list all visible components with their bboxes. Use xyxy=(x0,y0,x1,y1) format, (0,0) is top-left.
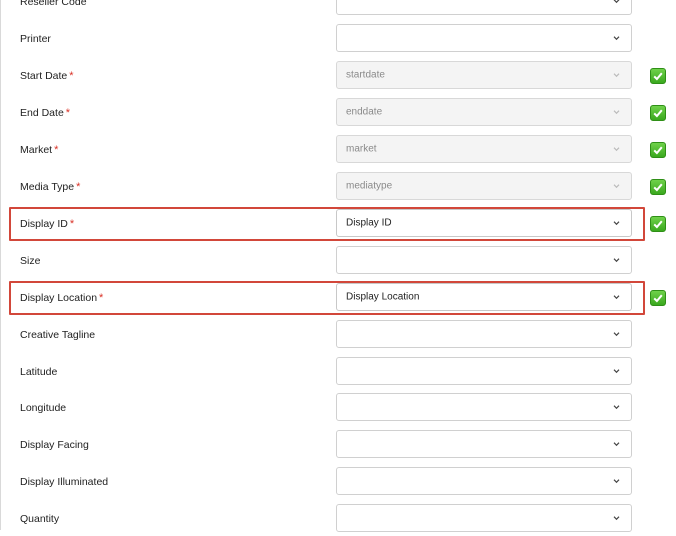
field-row-longitude: Longitude xyxy=(9,391,645,425)
field-label: Latitude xyxy=(20,366,58,378)
field-row-reseller-code: Reseller Code xyxy=(9,0,645,19)
field-label: Longitude xyxy=(20,402,67,414)
chevron-down-icon xyxy=(612,108,621,117)
field-label: Creative Tagline xyxy=(20,329,96,341)
field-row-market: Market * market xyxy=(9,133,666,167)
select-value: market xyxy=(346,143,377,155)
printer-select[interactable] xyxy=(336,24,632,52)
field-label: Printer xyxy=(20,33,51,45)
field-row-media-type: Media Type * mediatype xyxy=(9,170,666,204)
field-row-start-date: Start Date * startdate xyxy=(9,59,666,93)
creative-tagline-select[interactable] xyxy=(336,320,632,348)
select-value: Display ID xyxy=(346,217,392,229)
required-asterisk: * xyxy=(99,292,104,304)
required-asterisk: * xyxy=(54,144,59,156)
checkmark-icon xyxy=(650,290,666,306)
field-label: Media Type * xyxy=(20,181,81,193)
required-asterisk: * xyxy=(65,107,71,119)
select-value: Display Location xyxy=(346,291,420,303)
chevron-down-icon xyxy=(612,256,621,265)
field-row-quantity: Quantity xyxy=(9,502,645,536)
field-label: Display ID * xyxy=(20,218,75,230)
field-label: Display Facing xyxy=(20,439,89,451)
chevron-down-icon xyxy=(612,367,621,376)
display-id-select[interactable]: Display ID xyxy=(336,209,632,237)
chevron-down-icon xyxy=(612,514,621,523)
chevron-down-icon xyxy=(612,219,621,228)
field-row-printer: Printer xyxy=(9,22,645,56)
field-label: Display Location * xyxy=(20,292,104,304)
checkmark-icon xyxy=(650,216,666,232)
field-label: End Date * xyxy=(20,107,71,119)
quantity-select[interactable] xyxy=(336,504,632,532)
field-row-latitude: Latitude xyxy=(9,355,645,389)
size-select[interactable] xyxy=(336,246,632,274)
field-row-end-date: End Date * enddate xyxy=(9,96,666,130)
chevron-down-icon xyxy=(612,182,621,191)
checkmark-icon xyxy=(650,68,666,84)
field-mapping-panel: Reseller Code Printer Start Date * startd… xyxy=(0,0,676,532)
end-date-select[interactable]: enddate xyxy=(336,98,632,126)
required-asterisk: * xyxy=(69,70,74,82)
media-type-select[interactable]: mediatype xyxy=(336,172,632,200)
reseller-code-select[interactable] xyxy=(336,0,632,15)
checkmark-icon xyxy=(650,179,666,195)
checkmark-icon xyxy=(650,105,666,121)
chevron-down-icon xyxy=(612,71,621,80)
field-row-display-illuminated: Display Illuminated xyxy=(9,465,645,499)
field-label: Size xyxy=(20,255,41,267)
required-asterisk: * xyxy=(69,218,75,230)
start-date-select[interactable]: startdate xyxy=(336,61,632,89)
field-label: Display Illuminated xyxy=(20,476,109,488)
select-value: enddate xyxy=(346,106,383,118)
chevron-down-icon xyxy=(612,34,621,43)
chevron-down-icon xyxy=(612,293,621,302)
field-row-creative-tagline: Creative Tagline xyxy=(9,318,645,352)
field-label: Market * xyxy=(20,144,59,156)
select-value: startdate xyxy=(346,69,385,81)
field-row-display-id: Display ID * Display ID xyxy=(9,207,666,241)
display-location-select[interactable]: Display Location xyxy=(336,283,632,311)
field-label: Reseller Code xyxy=(20,0,87,8)
chevron-down-icon xyxy=(612,440,621,449)
checkmark-icon xyxy=(650,142,666,158)
display-illuminated-select[interactable] xyxy=(336,467,632,495)
chevron-down-icon xyxy=(612,330,621,339)
field-row-display-facing: Display Facing xyxy=(9,428,645,462)
chevron-down-icon xyxy=(612,477,621,486)
chevron-down-icon xyxy=(612,145,621,154)
longitude-select[interactable] xyxy=(336,393,632,421)
display-facing-select[interactable] xyxy=(336,430,632,458)
chevron-down-icon xyxy=(612,403,621,412)
latitude-select[interactable] xyxy=(336,357,632,385)
field-label: Quantity xyxy=(20,513,60,525)
field-label: Start Date * xyxy=(20,70,74,82)
select-value: mediatype xyxy=(346,180,393,192)
market-select[interactable]: market xyxy=(336,135,632,163)
field-row-display-location: Display Location * Display Location xyxy=(9,281,666,315)
chevron-down-icon xyxy=(612,0,621,6)
field-row-size: Size xyxy=(9,244,645,278)
required-asterisk: * xyxy=(76,181,81,193)
